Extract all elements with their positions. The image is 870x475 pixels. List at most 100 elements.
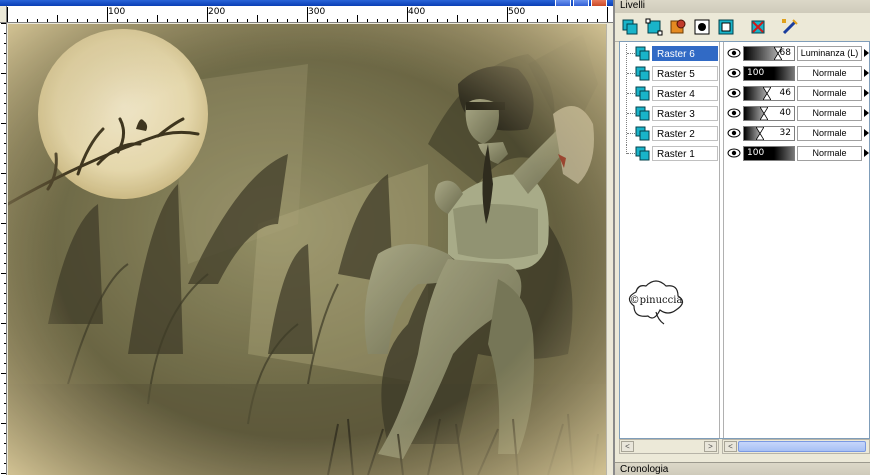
layer-row[interactable]: Raster 6 [620, 44, 720, 63]
vertical-scrollbar[interactable] [606, 24, 613, 475]
layer-row[interactable]: Raster 4 [620, 84, 720, 103]
layer-properties-row: 68 Luminanza (L) [724, 44, 870, 63]
opacity-value: 40 [779, 108, 791, 118]
visibility-eye-icon[interactable] [727, 67, 741, 79]
blend-mode-select[interactable]: Luminanza (L) [797, 46, 862, 61]
opacity-slider[interactable]: 100 [743, 66, 795, 81]
layer-properties-scrollbar[interactable]: < [722, 439, 870, 454]
new-mask-layer-icon [694, 19, 710, 35]
layer-properties-row: 40 Normale [724, 104, 870, 123]
opacity-value: 32 [779, 128, 791, 138]
ruler-label-500: 500 [508, 7, 526, 17]
expand-arrow-icon[interactable] [864, 69, 869, 77]
raster-layer-icon [635, 86, 650, 101]
ruler-corner [0, 6, 7, 23]
opacity-marker-icon[interactable] [756, 127, 764, 140]
opacity-slider[interactable]: 40 [743, 106, 795, 121]
raster-layer-icon [635, 106, 650, 121]
vertical-ruler [0, 23, 7, 475]
layer-row[interactable]: Raster 1 [620, 144, 720, 163]
edit-selection-button[interactable] [779, 16, 801, 38]
svg-text:©pinuccia: ©pinuccia [630, 295, 683, 306]
edit-selection-icon [782, 19, 798, 35]
ruler-label-400: 400 [408, 7, 426, 17]
visibility-eye-icon[interactable] [727, 147, 741, 159]
new-art-media-layer-icon [670, 19, 686, 34]
expand-arrow-icon[interactable] [864, 149, 869, 157]
new-raster-layer-button[interactable] [619, 16, 641, 38]
app-root: 100 200 300 400 500 Livelli Raster 6 Ras… [0, 0, 870, 475]
artwork-image [8, 24, 606, 475]
layer-name[interactable]: Raster 4 [652, 86, 718, 101]
expand-arrow-icon[interactable] [864, 109, 869, 117]
new-raster-layer-icon [622, 19, 638, 35]
visibility-eye-icon[interactable] [727, 107, 741, 119]
image-canvas[interactable] [8, 24, 606, 475]
watermark-logo: ©pinuccia [628, 280, 684, 325]
layer-name[interactable]: Raster 2 [652, 126, 718, 141]
opacity-marker-icon[interactable] [760, 107, 768, 120]
ruler-label-200: 200 [208, 7, 226, 17]
layer-name[interactable]: Raster 3 [652, 106, 718, 121]
raster-layer-icon [635, 146, 650, 161]
layer-properties-row: 46 Normale [724, 84, 870, 103]
image-window: 100 200 300 400 500 [0, 0, 613, 475]
scroll-right-button[interactable]: > [704, 441, 717, 452]
opacity-value: 68 [779, 48, 791, 58]
layer-names-column: Raster 6 Raster 5 Raster 4 Raster 3 Rast… [620, 42, 720, 438]
layer-row[interactable]: Raster 3 [620, 104, 720, 123]
blend-mode-select[interactable]: Normale [797, 86, 862, 101]
opacity-slider[interactable]: 68 [743, 46, 795, 61]
expand-arrow-icon[interactable] [864, 49, 869, 57]
opacity-value: 46 [779, 88, 791, 98]
opacity-gradient [744, 47, 778, 60]
scrollbar-thumb[interactable] [738, 441, 866, 452]
new-art-media-layer-button[interactable] [667, 16, 689, 38]
layers-list: Raster 6 Raster 5 Raster 4 Raster 3 Rast… [619, 41, 870, 439]
chronology-panel-title: Cronologia [615, 462, 870, 475]
layer-properties-row: 32 Normale [724, 124, 870, 143]
visibility-eye-icon[interactable] [727, 47, 741, 59]
layer-name[interactable]: Raster 5 [652, 66, 718, 81]
layers-toolbar [615, 13, 870, 42]
scroll-left-button[interactable]: < [724, 441, 737, 452]
opacity-slider[interactable]: 46 [743, 86, 795, 101]
opacity-slider[interactable]: 32 [743, 126, 795, 141]
raster-layer-icon [635, 126, 650, 141]
horizontal-ruler: 100 200 300 400 500 [7, 6, 613, 23]
layer-row[interactable]: Raster 5 [620, 64, 720, 83]
blend-mode-select[interactable]: Normale [797, 106, 862, 121]
layer-properties-row: 100 Normale [724, 144, 870, 163]
layer-row[interactable]: Raster 2 [620, 124, 720, 143]
new-vector-layer-icon [645, 18, 663, 36]
new-vector-layer-button[interactable] [643, 16, 665, 38]
new-mask-layer-button[interactable] [691, 16, 713, 38]
opacity-slider[interactable]: 100 [743, 146, 795, 161]
blend-mode-select[interactable]: Normale [797, 126, 862, 141]
layers-panel-title: Livelli [615, 0, 870, 13]
ruler-label-300: 300 [308, 7, 326, 17]
new-adjustment-layer-button[interactable] [715, 16, 737, 38]
layer-name[interactable]: Raster 6 [652, 46, 718, 61]
layer-properties-column: 68 Luminanza (L) 100 Normale 46 Normale … [723, 42, 870, 438]
raster-layer-icon [635, 46, 650, 61]
layers-panel: Livelli Raster 6 Raster 5 Raster 4 Raste… [615, 0, 870, 475]
raster-layer-icon [635, 66, 650, 81]
ruler-label-100: 100 [108, 7, 126, 17]
delete-layer-button[interactable] [747, 16, 769, 38]
new-adjustment-layer-icon [718, 19, 734, 35]
opacity-value: 100 [747, 148, 765, 158]
blend-mode-select[interactable]: Normale [797, 66, 862, 81]
layer-name[interactable]: Raster 1 [652, 146, 718, 161]
blend-mode-select[interactable]: Normale [797, 146, 862, 161]
opacity-marker-icon[interactable] [763, 87, 771, 100]
expand-arrow-icon[interactable] [864, 89, 869, 97]
opacity-value: 100 [747, 68, 765, 78]
visibility-eye-icon[interactable] [727, 127, 741, 139]
vertical-ruler-ticks [1, 23, 6, 474]
layer-properties-row: 100 Normale [724, 64, 870, 83]
layer-names-scrollbar[interactable]: < > [619, 439, 719, 454]
visibility-eye-icon[interactable] [727, 87, 741, 99]
scroll-left-button[interactable]: < [621, 441, 634, 452]
expand-arrow-icon[interactable] [864, 129, 869, 137]
